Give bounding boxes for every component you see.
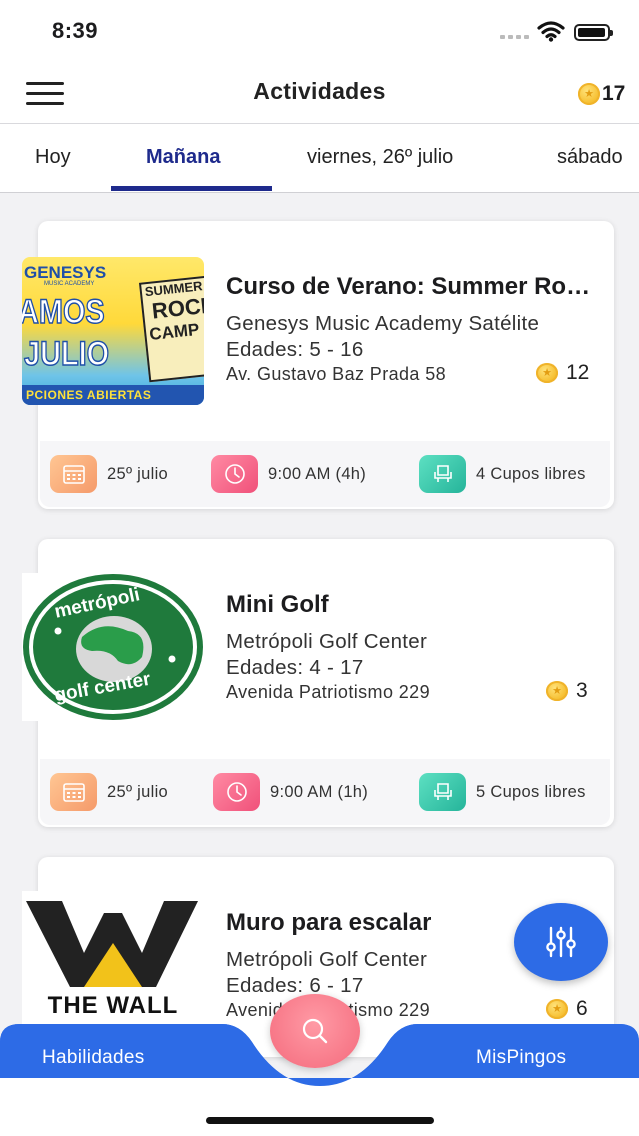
price-value: 6 [576,997,588,1020]
activity-title: Mini Golf [226,591,329,618]
status-time: 8:39 [52,18,99,43]
thumb-brand-sub: MUSIC ACADEMY [44,281,95,287]
coin-count: 17 [602,82,626,105]
activity-info-row: 25º julio 9:00 AM (4h) 4 Cupos libres [40,441,610,507]
wifi-icon [537,21,565,42]
top-nav-bar: Actividades 17 [0,64,639,124]
activity-venue: Genesys Music Academy Satélite [226,312,540,335]
page-title: Actividades [253,78,386,104]
clock-icon [211,455,258,493]
coin-icon [536,363,558,383]
thumb-line1: AMOS [22,292,105,332]
slots-info: 4 Cupos libres [419,455,586,493]
activity-ages: Edades: 6 - 17 [226,974,364,997]
date-info: 25º julio [50,455,168,493]
thumb-line2: JULIO [23,334,110,374]
activity-ages: Edades: 5 - 16 [226,338,364,361]
activity-thumbnail: metrópoli golf center [22,573,204,721]
slots-text: 4 Cupos libres [476,464,586,483]
cellular-signal-icon [500,35,529,39]
activity-venue: Metrópoli Golf Center [226,948,428,971]
tab-tomorrow[interactable]: Mañana [146,146,220,169]
nav-habilidades[interactable]: Habilidades [42,1047,145,1069]
filter-button[interactable] [514,903,608,981]
time-info: 9:00 AM (4h) [211,455,366,493]
activity-venue: Metrópoli Golf Center [226,630,428,653]
clock-icon [213,773,260,811]
seat-icon [419,773,466,811]
price-value: 3 [576,679,588,702]
time-info: 9:00 AM (1h) [213,773,368,811]
slots-info: 5 Cupos libres [419,773,586,811]
date-text: 25º julio [107,464,169,483]
price-value: 12 [566,361,590,384]
activity-title: Curso de Verano: Summer Rock Camp [226,273,596,300]
tab-friday[interactable]: viernes, 26º julio [307,146,453,169]
filter-icon [546,926,576,958]
date-info: 25º julio [50,773,168,811]
activity-card[interactable]: GENESYS MUSIC ACADEMY AMOS JULIO SUMMER … [22,221,614,509]
time-text: 9:00 AM (4h) [268,464,367,483]
battery-icon [574,24,613,41]
activity-price: 3 [546,679,588,703]
search-button[interactable] [270,994,360,1068]
activity-thumbnail: GENESYS MUSIC ACADEMY AMOS JULIO SUMMER … [22,257,204,405]
calendar-icon [50,455,97,493]
activity-ages: Edades: 4 - 17 [226,656,364,679]
activity-info-row: 25º julio 9:00 AM (1h) 5 Cupos libres [40,759,610,825]
slots-text: 5 Cupos libres [476,782,586,801]
tab-saturday[interactable]: sábado [557,146,623,169]
nav-mispingos[interactable]: MisPingos [476,1047,566,1069]
coin-icon [546,681,568,701]
activity-thumbnail: THE WALL [22,891,204,1025]
seat-icon [419,455,466,493]
thumb-banner: PCIONES ABIERTAS [22,385,204,405]
coin-balance[interactable]: 17 [578,82,625,106]
time-text: 9:00 AM (1h) [270,782,369,801]
search-icon [302,1018,328,1044]
home-indicator [206,1117,434,1124]
tab-today[interactable]: Hoy [35,146,71,169]
activity-address: Av. Gustavo Baz Prada 58 [226,364,447,384]
thumb-camp-badge: SUMMER ROCK CAMP [138,275,204,383]
activity-price: 12 [536,361,589,385]
activity-address: Avenida Patriotismo 229 [226,682,430,702]
thumb-brand: GENESYS [24,263,107,282]
activity-title: Muro para escalar [226,909,432,936]
date-text: 25º julio [107,782,169,801]
active-tab-indicator [111,186,272,191]
calendar-icon [50,773,97,811]
date-tabs: Hoy Mañana viernes, 26º julio sábado [0,124,639,193]
status-bar: 8:39 [0,0,639,64]
coin-icon [546,999,568,1019]
activity-card[interactable]: metrópoli golf center Mini Golf Metrópol… [22,539,614,827]
activity-price: 6 [546,997,588,1021]
thumb-brand: THE WALL [47,992,179,1019]
coin-icon [578,83,600,105]
